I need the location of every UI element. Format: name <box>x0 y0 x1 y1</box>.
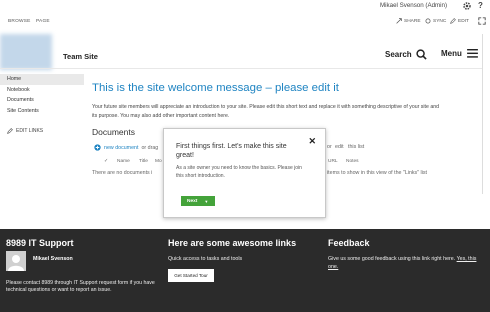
intro-line: Your future site members will appreciate… <box>92 104 439 110</box>
site-logo[interactable] <box>0 34 52 70</box>
select-all-checkbox[interactable]: ✓ <box>104 159 108 164</box>
empty-links-message: items to show in this view of the "Links… <box>327 170 428 176</box>
column-header-notes[interactable]: Notes <box>346 159 359 164</box>
edit-links-label: EDIT LINKS <box>16 128 44 134</box>
ql-item-notebook[interactable]: Notebook <box>0 85 84 96</box>
feedback-message: Give us some good feedback using this li… <box>328 256 456 262</box>
edit-label: EDIT <box>458 18 469 24</box>
next-button[interactable]: Next ▼ <box>181 196 215 206</box>
sync-button[interactable]: SYNC <box>425 18 446 24</box>
ql-item-documents[interactable]: Documents <box>0 95 84 106</box>
feedback-text: Give us some good feedback using this li… <box>328 256 483 271</box>
contact-text: Please contact 8989 through IT Support r… <box>6 280 155 293</box>
sync-label: SYNC <box>433 18 447 24</box>
tab-browse[interactable]: BROWSE <box>8 19 31 24</box>
avatar <box>6 251 26 271</box>
next-label: Next <box>187 198 198 204</box>
intro-line: its purpose. You may also add other impo… <box>92 113 230 119</box>
empty-documents-message: There are no documents i <box>92 170 153 176</box>
column-header-url[interactable]: URL <box>328 159 338 164</box>
links-title: Here are some awesome links <box>168 238 297 248</box>
column-header-title[interactable]: Title <box>139 159 148 164</box>
dialog-heading: First things first. Let's make this site… <box>176 143 287 159</box>
intro-text: Your future site members will appreciate… <box>92 103 477 121</box>
links-subtitle: Quick access to tasks and tools <box>168 256 243 262</box>
search-icon <box>416 49 427 60</box>
support-title: 8989 IT Support <box>6 238 74 248</box>
welcome-title: This is the site welcome message – pleas… <box>92 82 339 94</box>
share-icon <box>396 18 402 24</box>
links-this-list: this list <box>348 144 365 150</box>
get-started-tour-button[interactable]: Get Started Tour <box>168 269 214 282</box>
new-document-row: new document or drag <box>94 144 158 151</box>
caret-down-icon: ▼ <box>204 198 209 204</box>
site-footer: 8989 IT Support Mikael Svenson Please co… <box>0 229 490 312</box>
menu-label: Menu <box>441 49 462 58</box>
person-icon <box>8 255 24 271</box>
new-document-link[interactable]: new document <box>104 145 138 151</box>
help-icon[interactable]: ? <box>478 1 483 10</box>
hamburger-icon <box>466 49 478 58</box>
column-header-modified[interactable]: Mo <box>155 159 162 164</box>
share-button[interactable]: SHARE <box>396 18 421 24</box>
quick-launch: Home Notebook Documents Site Contents ED… <box>0 74 84 134</box>
ribbon: BROWSE PAGE SHARE SYNC EDIT <box>0 14 490 30</box>
documents-title[interactable]: Documents <box>92 127 135 137</box>
suite-bar: Mikael Svenson (Admin) ? <box>0 0 490 14</box>
search-button[interactable]: Search <box>385 49 427 60</box>
getting-started-dialog: ✕ First things first. Let's make this si… <box>163 128 326 218</box>
contact-name[interactable]: Mikael Svenson <box>33 256 73 262</box>
ql-item-site-contents[interactable]: Site Contents <box>0 106 84 117</box>
ql-item-home[interactable]: Home <box>0 74 84 85</box>
feedback-title: Feedback <box>328 238 370 248</box>
site-title[interactable]: Team Site <box>63 52 98 61</box>
close-icon[interactable]: ✕ <box>308 136 316 147</box>
dialog-body: As a site owner you need to know the bas… <box>176 165 302 179</box>
header-divider <box>0 68 482 69</box>
search-label: Search <box>385 50 412 59</box>
tab-page[interactable]: PAGE <box>36 19 50 24</box>
add-icon[interactable] <box>94 144 101 151</box>
vertical-scrollbar[interactable] <box>482 34 490 194</box>
sync-icon <box>425 18 431 24</box>
gear-icon[interactable] <box>462 1 472 11</box>
focus-icon[interactable] <box>478 17 486 25</box>
drag-hint: or drag <box>141 144 159 151</box>
edit-links-button[interactable]: EDIT LINKS <box>7 128 43 134</box>
share-label: SHARE <box>404 18 421 24</box>
user-menu[interactable]: Mikael Svenson (Admin) <box>380 2 447 9</box>
links-or-text: or <box>327 144 332 150</box>
edit-links-list-link[interactable]: edit <box>335 144 344 150</box>
pencil-icon <box>7 128 13 134</box>
pencil-icon <box>450 18 456 24</box>
column-header-name[interactable]: Name <box>117 159 130 164</box>
menu-button[interactable]: Menu <box>441 49 478 58</box>
edit-button[interactable]: EDIT <box>450 18 469 24</box>
